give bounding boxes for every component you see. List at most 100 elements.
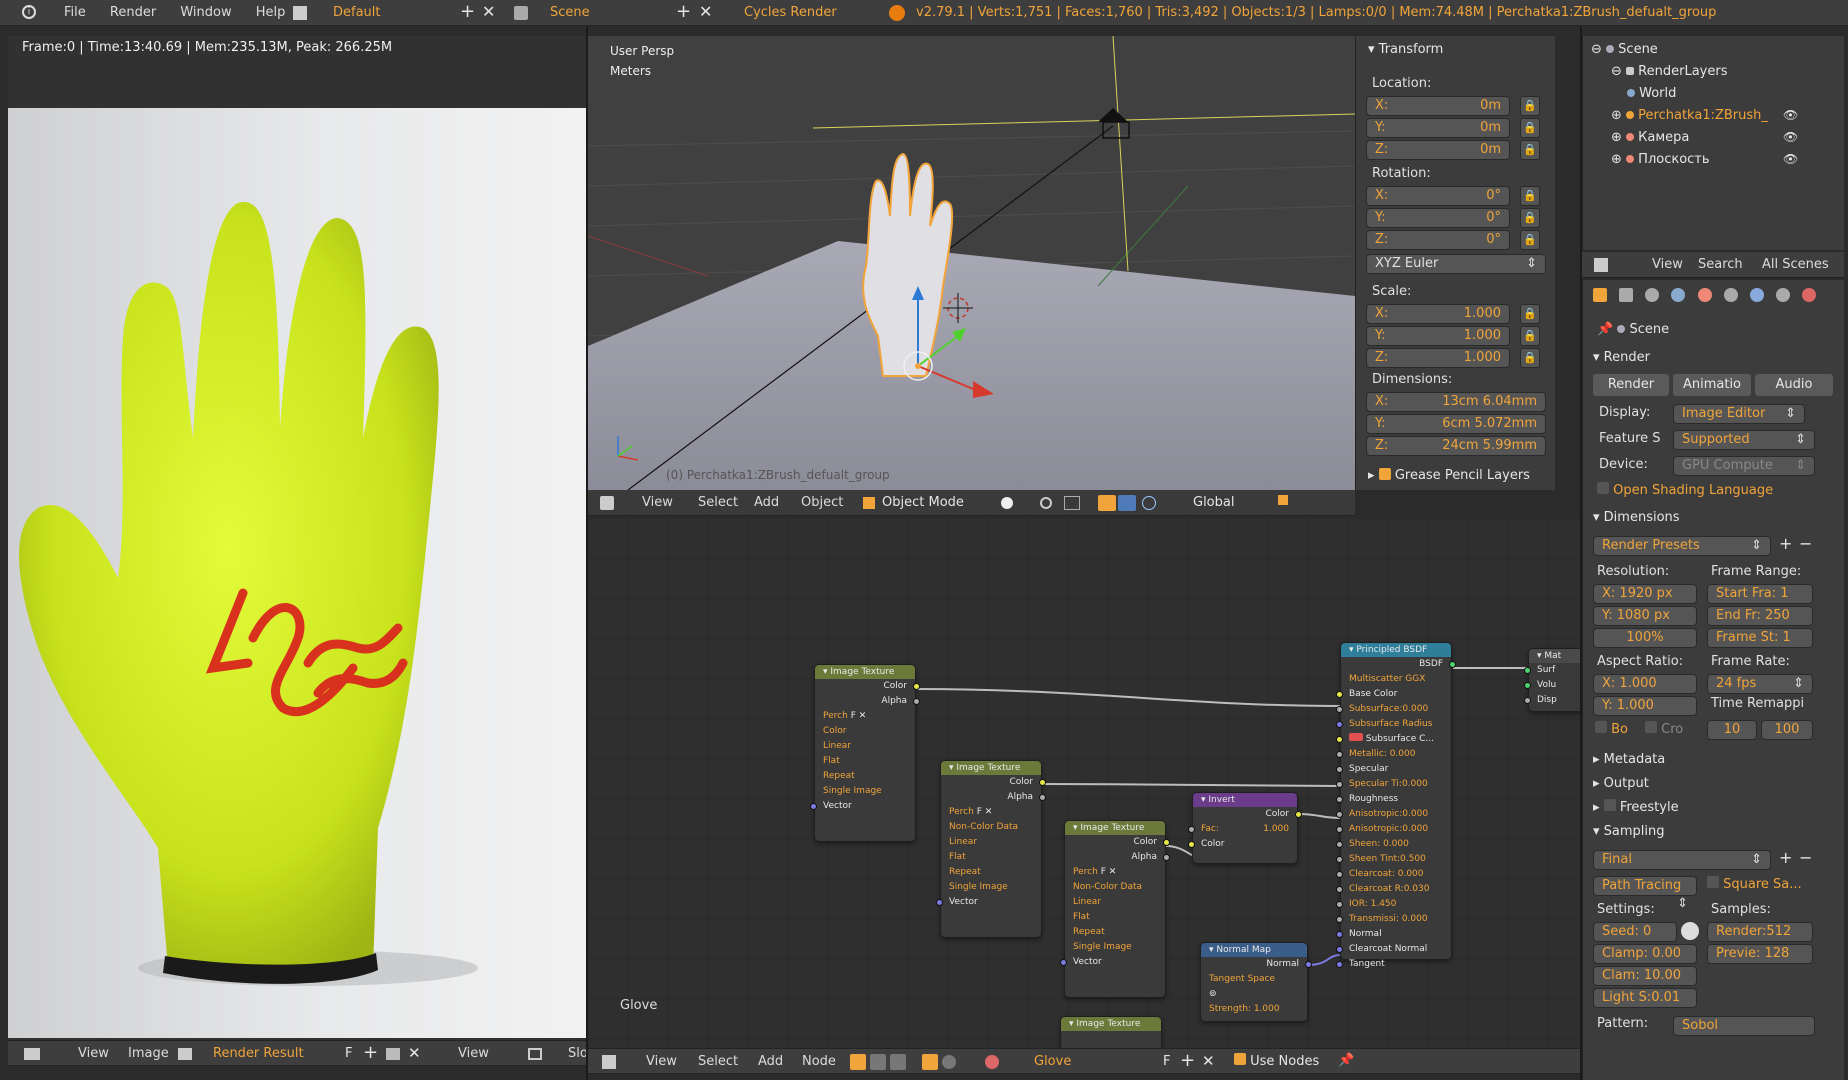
modifiers-tab-icon[interactable] xyxy=(1749,288,1764,302)
aspect-x-field[interactable]: X: 1.000 xyxy=(1593,674,1697,694)
menu-render[interactable]: Render xyxy=(100,0,166,26)
node-header[interactable]: ▾ Image Texture xyxy=(1061,1017,1161,1031)
editor-type-3d-icon[interactable] xyxy=(600,496,614,510)
node-header[interactable]: ▾ Image Texture xyxy=(941,761,1041,775)
object-tab-icon[interactable] xyxy=(1697,288,1712,302)
display-select[interactable]: Image Editor ⇕ xyxy=(1673,404,1805,424)
light-sampling-field[interactable]: Light S:0.01 xyxy=(1593,988,1697,1008)
use-nodes-checkbox[interactable]: Use Nodes xyxy=(1234,1049,1319,1075)
node-header[interactable]: ▾ Principled BSDF xyxy=(1341,643,1451,657)
open-image-icon[interactable] xyxy=(386,1048,400,1060)
clamp-indirect-field[interactable]: Clam: 10.00 xyxy=(1593,966,1697,986)
freestyle-panel-header[interactable]: ▸ Freestyle xyxy=(1593,798,1679,818)
invert-node[interactable]: ▾ Invert Color Fac: 1.000 Color xyxy=(1188,792,1302,864)
menu-object[interactable]: Object xyxy=(791,490,853,516)
dimension-z-field[interactable]: Z: 24cm 5.99mm xyxy=(1366,436,1546,456)
square-samples-checkbox[interactable]: Square Sa... xyxy=(1707,874,1802,896)
menu-file[interactable]: File xyxy=(54,0,96,26)
remove-sampling-preset-icon[interactable]: − xyxy=(1799,848,1812,867)
lock-location-z-icon[interactable]: 🔒 xyxy=(1520,140,1540,160)
layers-tab-icon[interactable] xyxy=(1619,288,1634,302)
constraints-tab-icon[interactable] xyxy=(1723,288,1738,302)
data-tab-icon[interactable] xyxy=(1775,288,1790,302)
editor-type-node-icon[interactable] xyxy=(602,1055,616,1069)
rotate-icon[interactable] xyxy=(1118,495,1136,511)
image-texture-node-3[interactable]: ▾ Image Texture Color Alpha Perch F ✕ No… xyxy=(1060,820,1170,998)
transform-orientation[interactable]: Global xyxy=(1193,490,1234,516)
crop-checkbox[interactable]: Cro xyxy=(1645,720,1683,740)
location-z-field[interactable]: Z: 0m xyxy=(1366,140,1510,160)
menu-view-2[interactable]: View xyxy=(448,1041,499,1067)
close-layout-icon[interactable]: ✕ xyxy=(482,2,495,21)
world-tab-icon[interactable] xyxy=(1671,288,1686,302)
manipulator-icon[interactable] xyxy=(1064,496,1080,510)
render-panel-header[interactable]: ▾ Render xyxy=(1593,348,1650,368)
world-shader-icon[interactable] xyxy=(942,1055,956,1069)
display-mode-selector[interactable]: All Scenes xyxy=(1752,252,1839,278)
scene-selector[interactable]: Scene xyxy=(550,0,590,26)
output-panel-header[interactable]: ▸ Output xyxy=(1593,774,1649,794)
info-icon[interactable]: i xyxy=(22,5,36,19)
scene-icon[interactable] xyxy=(514,6,528,20)
menu-help[interactable]: Help xyxy=(246,0,296,26)
image-texture-node-4[interactable]: ▾ Image Texture xyxy=(1060,1016,1162,1048)
rotation-mode-select[interactable]: XYZ Euler ⇕ xyxy=(1366,254,1546,274)
border-checkbox[interactable]: Bo xyxy=(1595,720,1628,740)
menu-select-node[interactable]: Select xyxy=(688,1049,748,1075)
grease-pencil-panel[interactable]: ▸ Grease Pencil Layers xyxy=(1368,468,1530,483)
lock-location-y-icon[interactable]: 🔒 xyxy=(1520,118,1540,138)
node-header[interactable]: ▾ Invert xyxy=(1193,793,1297,807)
sampling-presets-select[interactable]: Final ⇕ xyxy=(1593,850,1771,870)
image-selector[interactable]: Render Result xyxy=(213,1041,304,1067)
resolution-percent-field[interactable]: 100% xyxy=(1593,628,1697,648)
transform-header[interactable]: ▾ Transform xyxy=(1368,42,1443,57)
lock-rotation-y-icon[interactable]: 🔒 xyxy=(1520,208,1540,228)
add-preset-icon[interactable]: + xyxy=(1779,534,1792,553)
pattern-select[interactable]: Sobol xyxy=(1673,1016,1815,1036)
add-sampling-preset-icon[interactable]: + xyxy=(1779,848,1792,867)
clamp-direct-field[interactable]: Clamp: 0.00 xyxy=(1593,944,1697,964)
material-fake-user[interactable]: F xyxy=(1163,1049,1170,1075)
principled-bsdf-node[interactable]: ▾ Principled BSDF BSDF Multiscatter GGX … xyxy=(1336,642,1456,969)
menu-view-3d[interactable]: View xyxy=(632,490,683,516)
outliner-row-renderlayers[interactable]: ⊖ RenderLayers xyxy=(1611,62,1727,82)
menu-add-3d[interactable]: Add xyxy=(744,490,789,516)
eye-icon[interactable]: 👁 xyxy=(1783,152,1798,166)
add-layout-icon[interactable]: + xyxy=(460,1,475,22)
outliner-row-scene[interactable]: ⊖ Scene xyxy=(1591,40,1658,60)
eye-icon[interactable]: 👁 xyxy=(1783,130,1798,144)
lock-rotation-z-icon[interactable]: 🔒 xyxy=(1520,230,1540,250)
outliner-row-plane[interactable]: ⊕ Плоскость xyxy=(1611,150,1710,170)
seed-field[interactable]: Seed: 0 xyxy=(1593,922,1677,942)
menu-view[interactable]: View xyxy=(68,1041,119,1067)
frame-rate-select[interactable]: 24 fps ⇕ xyxy=(1707,674,1813,694)
material-sphere-icon[interactable] xyxy=(985,1055,999,1069)
node-header[interactable]: ▾ Mat xyxy=(1529,649,1582,663)
layout-selector[interactable]: Default xyxy=(333,0,381,26)
frame-start-field[interactable]: Start Fra: 1 xyxy=(1707,584,1813,604)
node-header[interactable]: ▾ Image Texture xyxy=(815,665,915,679)
pin-icon[interactable]: 📌 xyxy=(1597,322,1613,337)
resolution-y-field[interactable]: Y: 1080 px xyxy=(1593,606,1697,626)
node-header[interactable]: ▾ Image Texture xyxy=(1065,821,1165,835)
compositor-tree-icon[interactable] xyxy=(890,1054,906,1070)
lock-scale-x-icon[interactable]: 🔒 xyxy=(1520,304,1540,324)
image-texture-node-1[interactable]: ▾ Image Texture Color Alpha Perch F ✕ Co… xyxy=(810,664,920,842)
time-remap-new-field[interactable]: 100 xyxy=(1761,720,1813,740)
menu-view-outliner[interactable]: View xyxy=(1642,252,1693,278)
dimension-x-field[interactable]: X: 13cm 6.04mm xyxy=(1366,392,1546,412)
material-tab-icon[interactable] xyxy=(1802,288,1817,302)
lock-scale-z-icon[interactable]: 🔒 xyxy=(1520,348,1540,368)
divider[interactable] xyxy=(586,26,588,1080)
pivot-icon[interactable] xyxy=(1040,497,1052,509)
shader-tree-icon[interactable] xyxy=(850,1054,866,1070)
node-header[interactable]: ▾ Normal Map xyxy=(1201,943,1307,957)
lock-location-x-icon[interactable]: 🔒 xyxy=(1520,96,1540,116)
translate-icon[interactable] xyxy=(1098,495,1116,511)
editor-type-icon[interactable] xyxy=(24,1048,40,1060)
unlink-material-icon[interactable]: ✕ xyxy=(1202,1052,1215,1070)
image-icon[interactable] xyxy=(178,1048,192,1060)
menu-window[interactable]: Window xyxy=(170,0,241,26)
layout-icon[interactable] xyxy=(293,6,307,20)
outliner-row-glove[interactable]: ⊕ Perchatka1:ZBrush_ xyxy=(1611,106,1768,126)
